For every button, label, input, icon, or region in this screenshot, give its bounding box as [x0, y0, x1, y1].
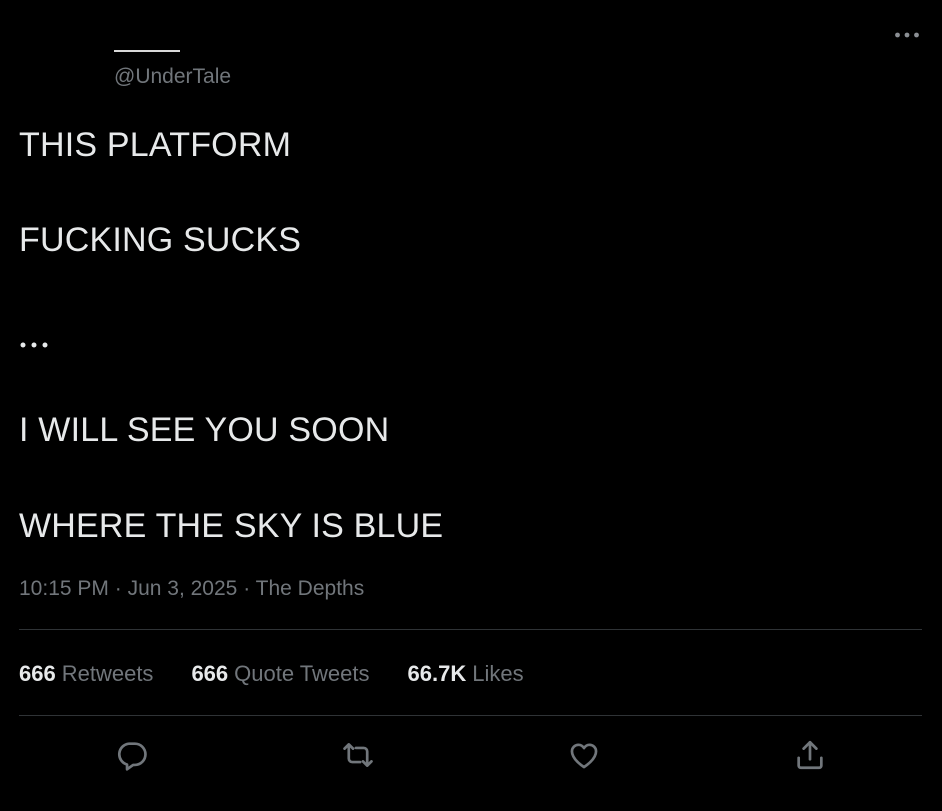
retweet-icon — [343, 743, 373, 767]
divider — [19, 715, 922, 716]
tweet-location: The Depths — [255, 577, 365, 600]
likes-label: Likes — [472, 661, 524, 686]
tweet-detail: @UnderTale THIS PLATFORM FUCKING SUCKS I… — [0, 0, 942, 811]
tweet-line-ellipsis: ... — [19, 342, 48, 349]
like-button[interactable] — [562, 733, 606, 777]
quote-tweets-label: Quote Tweets — [234, 661, 370, 686]
more-horizontal-icon — [895, 32, 919, 38]
likes-stat[interactable]: 66.7K Likes — [408, 658, 524, 690]
retweet-button[interactable] — [336, 733, 380, 777]
tweet-date[interactable]: Jun 3, 2025 — [128, 577, 238, 600]
retweets-count: 666 — [19, 661, 56, 686]
tweet-meta: 10:15 PM · Jun 3, 2025 · The Depths — [19, 575, 364, 603]
quote-tweets-stat[interactable]: 666 Quote Tweets — [191, 658, 369, 690]
heart-icon — [570, 743, 598, 769]
ellipsis-text: ... — [19, 347, 21, 349]
display-name[interactable] — [114, 50, 180, 52]
reply-button[interactable] — [110, 733, 154, 777]
tweet-line: WHERE THE SKY IS BLUE — [19, 507, 444, 545]
tweet-line: I WILL SEE YOU SOON — [19, 411, 390, 449]
meta-separator: · — [243, 577, 251, 600]
more-options-button[interactable] — [886, 22, 928, 48]
tweet-time[interactable]: 10:15 PM — [19, 577, 109, 600]
retweets-stat[interactable]: 666 Retweets — [19, 658, 153, 690]
quote-tweets-count: 666 — [191, 661, 229, 686]
tweet-stats: 666 Retweets 666 Quote Tweets 66.7K Like… — [19, 658, 562, 690]
likes-count: 66.7K — [407, 661, 467, 686]
retweets-label: Retweets — [61, 661, 154, 686]
tweet-line: THIS PLATFORM — [19, 126, 292, 164]
author-handle[interactable]: @UnderTale — [114, 64, 231, 90]
share-icon — [797, 740, 823, 770]
meta-separator: · — [114, 577, 122, 600]
divider — [19, 629, 922, 630]
reply-icon — [117, 742, 147, 771]
tweet-line: FUCKING SUCKS — [19, 221, 302, 259]
share-button[interactable] — [788, 733, 832, 777]
